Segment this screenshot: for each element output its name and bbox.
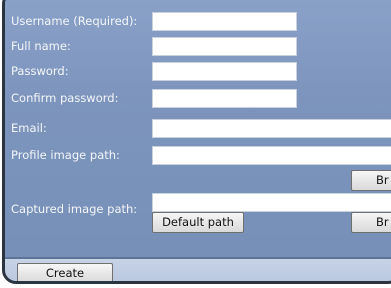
fullname-label: Full name: [11, 39, 71, 53]
username-label: Username (Required): [11, 14, 138, 28]
email-field[interactable] [152, 119, 391, 138]
email-label: Email: [11, 121, 47, 135]
password-field[interactable] [152, 62, 297, 81]
profile-image-path-field[interactable] [152, 146, 391, 165]
username-field[interactable] [152, 12, 297, 31]
footer-bar: Create [5, 259, 391, 281]
confirm-password-field[interactable] [152, 89, 297, 108]
captured-browse-button[interactable]: Br [351, 212, 391, 233]
form-panel: Username (Required): Full name: Password… [5, 0, 391, 257]
profile-browse-button[interactable]: Br [351, 170, 391, 191]
fullname-field[interactable] [152, 37, 297, 56]
captured-image-path-field[interactable] [152, 193, 391, 212]
registration-window: Username (Required): Full name: Password… [2, 0, 391, 284]
create-button[interactable]: Create [17, 263, 113, 281]
confirm-password-label: Confirm password: [11, 91, 119, 105]
captured-image-label: Captured image path: [11, 202, 138, 216]
profile-image-label: Profile image path: [11, 148, 120, 162]
password-label: Password: [11, 64, 69, 78]
default-path-button[interactable]: Default path [152, 212, 244, 233]
